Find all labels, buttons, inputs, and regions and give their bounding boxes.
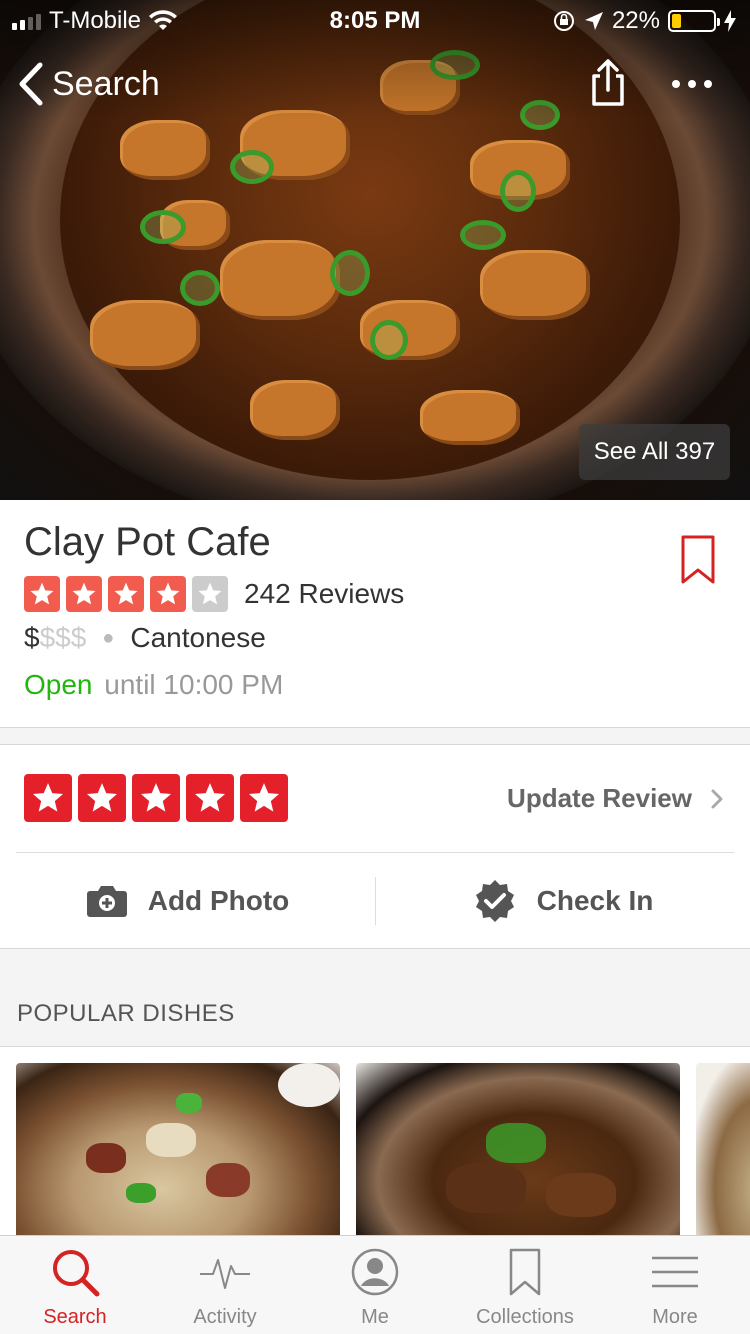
price-category-row: $ $$$ ● Cantonese [24,622,266,654]
location-arrow-icon [584,12,603,30]
closing-time: until 10:00 PM [104,669,284,700]
check-in-button[interactable]: Check In [376,853,750,949]
dish-ingredient [146,1123,196,1157]
search-icon [53,1250,100,1297]
camera-icon [86,886,127,917]
star-filled-icon [66,576,102,612]
bookmark-icon[interactable] [680,534,716,586]
dish-ingredient [446,1163,526,1213]
review-count[interactable]: 242 Reviews [244,578,404,610]
green-onion [330,250,370,296]
green-onion [460,220,506,250]
check-in-badge-icon [475,880,514,922]
star-filled-icon [186,774,234,822]
dish-ingredient [126,1183,156,1203]
dish-photo[interactable] [696,1063,750,1236]
star-filled-icon [108,576,144,612]
bookmark-icon [509,1248,541,1296]
battery-percent: 22% [611,7,660,34]
dish-ingredient [278,1063,340,1107]
star-filled-icon [150,576,186,612]
tab-activity[interactable]: Activity [150,1236,300,1334]
food-chunk [90,300,200,370]
update-review-button[interactable]: Update Review [507,783,724,814]
dish-ingredient [206,1163,250,1197]
dish-ingredient [86,1143,126,1173]
tab-bar: Search Activity Me Collections More [0,1235,750,1334]
business-detail-screen: See All 397 T-Mobile 8:05 PM 22% Search … [0,0,750,1334]
food-chunk [420,390,520,445]
dish-ingredient [546,1173,616,1217]
status-bar: T-Mobile 8:05 PM 22% [0,0,750,40]
my-review-card: Update Review Add Photo Check In [0,744,750,949]
tab-me[interactable]: Me [300,1236,450,1334]
bullet-separator: ● [102,626,115,649]
tab-label: More [652,1306,698,1328]
star-filled-icon [24,576,60,612]
star-empty-icon [192,576,228,612]
popular-dishes-heading: POPULAR DISHES [17,1000,235,1027]
popular-dishes-carousel[interactable] [0,1046,750,1236]
menu-icon [652,1256,698,1288]
dish-photo[interactable] [16,1063,340,1236]
dish-ingredient [176,1093,202,1113]
orientation-lock-icon [553,11,574,31]
cuisine-category[interactable]: Cantonese [130,622,265,654]
activity-icon [200,1259,250,1289]
dish-photo[interactable] [356,1063,680,1236]
business-rating: 242 Reviews [24,576,404,612]
star-filled-icon [240,774,288,822]
tab-label: Me [361,1306,389,1328]
open-status: Open [24,669,93,700]
hours-row[interactable]: Open until 10:00 PM [24,669,283,701]
share-icon[interactable] [588,58,628,108]
back-label: Search [52,64,160,103]
green-onion [180,270,220,306]
star-filled-icon [132,774,180,822]
price-level-inactive: $$$ [39,622,87,653]
add-photo-button[interactable]: Add Photo [0,853,375,949]
check-in-label: Check In [536,885,654,916]
green-onion [230,150,274,184]
nav-bar: Search [0,52,750,116]
chevron-right-icon [711,789,723,808]
rating-stars [24,576,228,612]
my-rating-stars[interactable] [24,774,288,822]
tab-search[interactable]: Search [0,1236,150,1334]
update-review-label: Update Review [507,783,692,813]
back-button[interactable]: Search [18,62,160,106]
tab-label: Collections [476,1306,574,1328]
more-options-icon[interactable] [672,74,718,94]
dish-ingredient [486,1123,546,1163]
add-photo-label: Add Photo [147,885,290,916]
star-filled-icon [24,774,72,822]
green-onion [500,170,536,212]
charging-bolt-icon [724,10,736,32]
food-chunk [120,120,210,180]
price-level-active: $ [24,622,40,653]
business-name: Clay Pot Cafe [24,520,271,564]
star-filled-icon [78,774,126,822]
business-info-card: Clay Pot Cafe 242 Reviews $ $$$ ● Canton… [0,500,750,728]
profile-icon [351,1248,399,1296]
battery-icon [668,10,720,32]
green-onion [370,320,408,360]
tab-more[interactable]: More [600,1236,750,1334]
tab-label: Search [43,1306,107,1328]
food-chunk [480,250,590,320]
food-chunk [250,380,340,440]
green-onion [140,210,186,244]
tab-collections[interactable]: Collections [450,1236,600,1334]
food-chunk [220,240,340,320]
see-all-photos-button[interactable]: See All 397 [579,424,730,480]
status-bar-right: 22% [552,7,736,35]
tab-label: Activity [193,1306,257,1328]
chevron-left-icon [19,62,43,106]
